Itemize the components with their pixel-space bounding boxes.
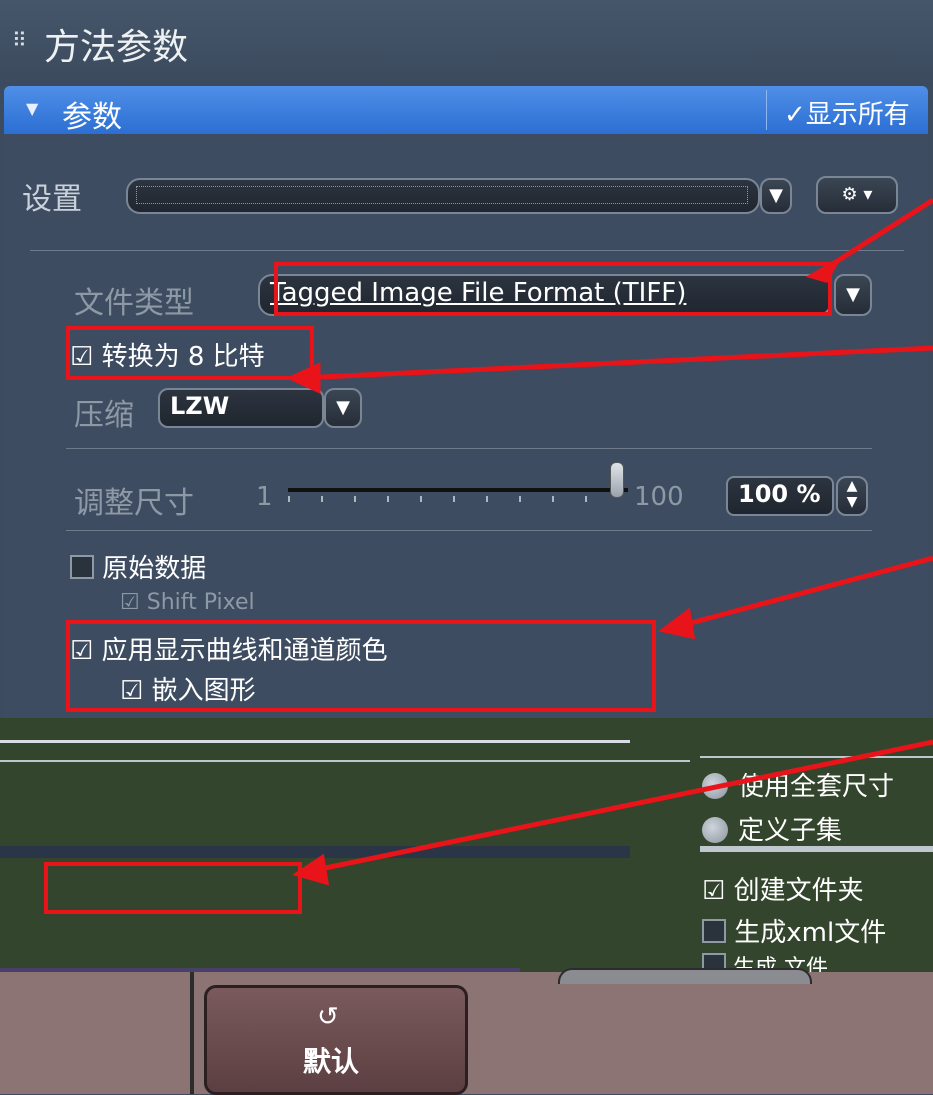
- annotation-arrowhead: [286, 362, 321, 394]
- annotation-arrowhead: [805, 255, 843, 283]
- annotation-arrowhead: [658, 607, 696, 640]
- annotation-arrows: [286, 197, 933, 886]
- annotation-arrow: [305, 739, 933, 875]
- annotation-arrowhead: [292, 853, 330, 886]
- annotation-arrow: [299, 345, 933, 381]
- annotation-arrow: [671, 555, 933, 631]
